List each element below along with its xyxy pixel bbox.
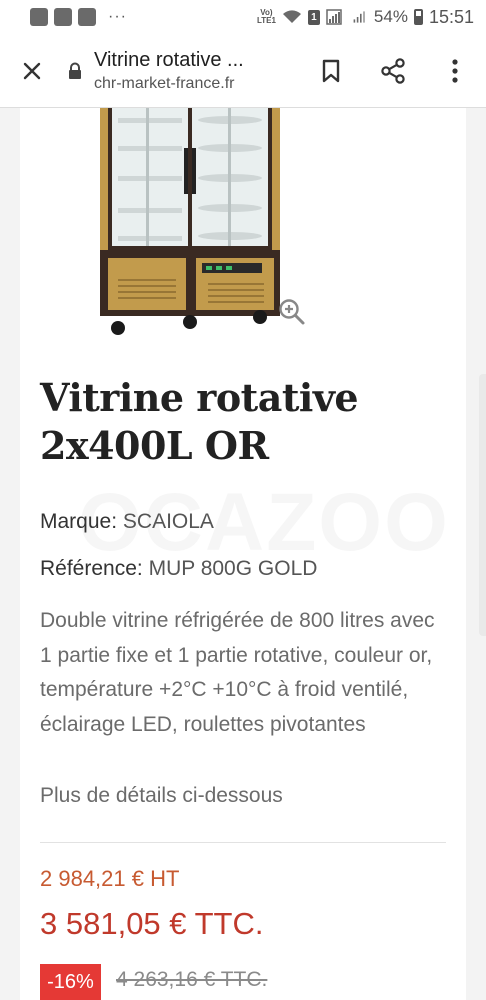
brand-value: SCAIOLA [122,510,214,533]
share-icon [381,57,405,84]
bookmark-button[interactable] [300,34,362,108]
url-block[interactable]: Vitrine rotative ... chr-market-france.f… [64,49,300,93]
product-card: Vitrine rotative 2x400L OR OCAZOO Marque… [20,108,466,1000]
volte-bottom-label: LTE1 [256,16,276,25]
clock: 15:51 [428,6,474,27]
reference-label: Référence: [40,557,143,580]
photo-notification-icon [78,8,96,26]
brand-label: Marque: [40,510,118,533]
scroll-handle[interactable] [479,374,486,636]
bookmark-icon [322,59,340,82]
divider [40,842,446,843]
more-options-button[interactable] [424,34,486,108]
signal-2-icon [353,11,365,23]
more-notifications-icon: ··· [108,8,127,25]
signal-icon [326,9,342,25]
battery-percent: 54% [373,7,408,26]
product-brand: Marque: SCAIOLA [40,510,214,534]
page-title: Vitrine rotative ... [94,48,244,71]
status-bar: ··· Vo) LTE1 1 54% 15:51 [0,0,486,34]
notification-icons: ··· [30,8,127,26]
close-button[interactable] [0,34,64,108]
lock-icon [64,62,86,80]
close-icon [23,62,41,79]
battery-icon [413,9,423,25]
url-text: Vitrine rotative ... chr-market-france.f… [94,49,244,93]
product-image[interactable] [50,108,310,348]
mail-notification-icon [54,8,72,26]
zoom-in-icon[interactable] [278,298,306,326]
reference-value: MUP 800G GOLD [148,557,318,580]
page-url: chr-market-france.fr [94,74,235,92]
sim-indicator: 1 [307,9,320,25]
product-description: Double vitrine réfrigérée de 800 litres … [40,609,435,736]
wifi-icon [282,10,301,23]
custom-tab-toolbar: Vitrine rotative ... chr-market-france.f… [0,34,486,108]
product-reference: Référence: MUP 800G GOLD [40,557,317,581]
gallery-notification-icon [30,8,48,26]
price-ttc: 3 581,05 € TTC. [40,906,264,941]
more-details-text: Plus de détails ci-dessous [40,784,283,807]
volte-indicator: Vo) LTE1 [257,9,276,25]
price-ht: 2 984,21 € HT [40,866,180,891]
system-status: Vo) LTE1 1 54% 15:51 [257,7,474,28]
more-vert-icon [452,58,458,83]
product-title: Vitrine rotative 2x400L OR [40,375,359,468]
old-price: 4 263,16 € TTC. [116,968,268,991]
share-button[interactable] [362,34,424,108]
discount-badge: -16% [40,964,101,1000]
